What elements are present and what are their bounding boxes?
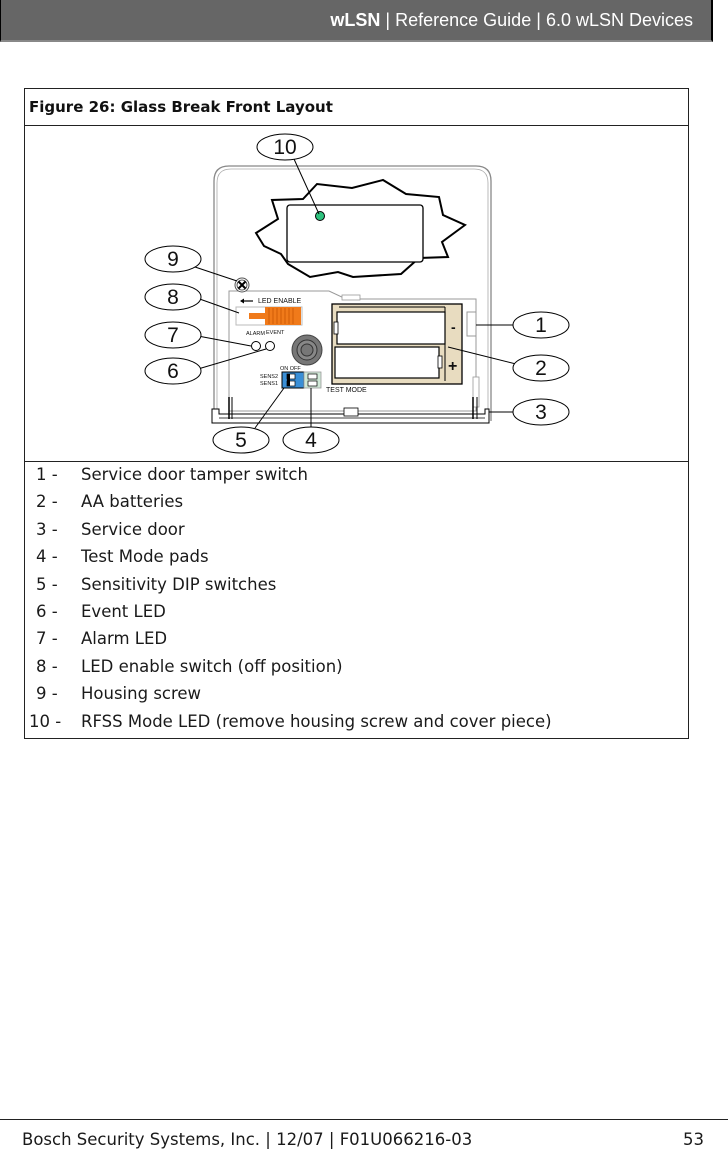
svg-text:7: 7 xyxy=(167,324,179,347)
svg-text:3: 3 xyxy=(535,401,547,424)
svg-text:9: 9 xyxy=(167,248,179,271)
alarm-led xyxy=(251,341,261,351)
callout-6: 6 xyxy=(144,357,202,385)
footer-divider xyxy=(0,1119,728,1120)
callout-10: 10 xyxy=(256,133,314,161)
legend-text: Service door tamper switch xyxy=(81,465,308,484)
legend-number: 8 - xyxy=(36,656,58,676)
alarm-label: ALARM xyxy=(246,331,265,337)
legend-number: 5 - xyxy=(36,574,58,594)
battery-minus-label: - xyxy=(451,319,456,335)
legend-number: 2 - xyxy=(36,492,58,512)
test-mode-label: TEST MODE xyxy=(326,387,367,394)
svg-text:4: 4 xyxy=(305,429,317,452)
page-number: 53 xyxy=(683,1130,704,1149)
legend-number: 6 - xyxy=(36,602,58,621)
sens2-label: SENS2 xyxy=(260,374,278,380)
callout-4: 4 xyxy=(282,426,340,454)
svg-text:2: 2 xyxy=(535,357,547,380)
sens1-label: SENS1 xyxy=(260,381,278,387)
cover-tab xyxy=(341,294,361,301)
legend-number: 4 - xyxy=(36,547,58,567)
svg-text:8: 8 xyxy=(167,286,179,309)
on-off-label: ON OFF xyxy=(280,366,301,372)
aa-battery-top xyxy=(336,311,446,345)
rfss-led xyxy=(315,211,325,221)
legend-text: Event LED xyxy=(81,602,166,621)
figure-image-row: LED ENABLE ALARM EVENT ON OFF SENS2 SENS xyxy=(25,126,688,462)
callout-9: 9 xyxy=(144,245,202,273)
event-label: EVENT xyxy=(266,330,285,336)
legend-text: AA batteries xyxy=(81,492,184,512)
callout-1: 1 xyxy=(512,311,570,339)
legend-text: Alarm LED xyxy=(81,629,168,649)
legend-text: RFSS Mode LED (remove housing screw and … xyxy=(81,711,552,731)
led-enable-label: LED ENABLE xyxy=(258,298,302,305)
legend-number: 7 - xyxy=(36,629,58,649)
legend-text: Test Mode pads xyxy=(81,547,209,567)
svg-text:5: 5 xyxy=(235,429,247,452)
footer-text: Bosch Security Systems, Inc. | 12/07 | F… xyxy=(22,1130,473,1149)
callout-8: 8 xyxy=(144,283,202,311)
tamper-switch xyxy=(466,311,477,337)
led-enable-switch-knob xyxy=(265,307,301,325)
legend-text: Sensitivity DIP switches xyxy=(81,574,277,594)
aa-battery-bottom xyxy=(334,346,440,379)
callout-5: 5 xyxy=(212,426,270,454)
legend-number: 1 - xyxy=(36,465,58,484)
callout-7: 7 xyxy=(144,321,202,349)
rfss-window xyxy=(286,204,424,263)
svg-text:1: 1 xyxy=(535,314,547,337)
battery-plus-label: + xyxy=(448,358,457,375)
svg-text:6: 6 xyxy=(167,360,179,383)
legend-text: Housing screw xyxy=(81,684,202,704)
svg-text:10: 10 xyxy=(273,136,296,159)
legend-text: LED enable switch (off position) xyxy=(81,656,343,676)
glass-break-diagram: LED ENABLE ALARM EVENT ON OFF SENS2 SENS xyxy=(144,133,570,454)
callout-2: 2 xyxy=(512,354,570,382)
callout-3: 3 xyxy=(512,398,570,426)
legend-number: 9 - xyxy=(36,684,58,704)
legend-number: 3 - xyxy=(36,519,58,539)
event-led xyxy=(265,341,275,351)
legend-number: 10 - xyxy=(29,711,62,731)
figure-table: Figure 26: Glass Break Front Layout LED xyxy=(24,88,689,739)
legend-text: Service door xyxy=(81,519,185,539)
